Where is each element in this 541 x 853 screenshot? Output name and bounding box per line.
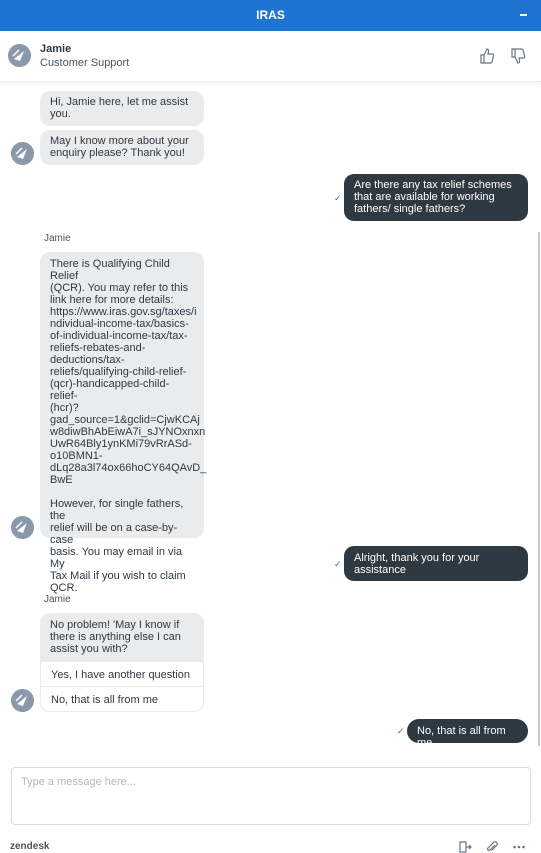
- check-icon: ✓: [334, 193, 342, 203]
- agent-message: Hi, Jamie here, let me assist you.: [40, 91, 204, 126]
- avatar-icon: [8, 44, 31, 67]
- user-message: Are there any tax relief schemes that ar…: [344, 174, 528, 221]
- sender-name: Jamie: [44, 594, 71, 605]
- avatar-icon: [11, 516, 34, 539]
- chat-scrollbar[interactable]: [538, 232, 540, 746]
- minimize-icon[interactable]: [517, 10, 531, 22]
- thumbs-up-icon[interactable]: [478, 47, 496, 65]
- brand-label: zendesk: [10, 841, 50, 852]
- sender-name: Jamie: [44, 233, 71, 244]
- check-icon: ✓: [397, 726, 405, 736]
- user-message: Alright, thank you for your assistance: [344, 546, 528, 581]
- agent-header: Jamie Customer Support: [0, 31, 541, 82]
- title-bar: IRAS: [0, 0, 541, 31]
- window-title: IRAS: [256, 8, 285, 22]
- message-input[interactable]: [11, 767, 531, 825]
- agent-message: May I know more about your enquiry pleas…: [40, 130, 204, 165]
- more-icon[interactable]: [512, 840, 526, 853]
- avatar-icon: [11, 142, 34, 165]
- attachment-icon[interactable]: [485, 840, 499, 853]
- quick-reply-all-from-me[interactable]: No, that is all from me: [40, 686, 204, 712]
- avatar-icon: [11, 689, 34, 712]
- agent-message: No problem! 'May I know if there is anyt…: [40, 613, 204, 661]
- user-message: No, that is all from me: [407, 719, 528, 749]
- agent-message: There is Qualifying Child Relief (QCR). …: [40, 252, 206, 594]
- agent-title: Customer Support: [40, 57, 130, 69]
- quick-reply-another-question[interactable]: Yes, I have another question: [40, 661, 204, 687]
- agent-name: Jamie: [40, 43, 72, 55]
- check-icon: ✓: [334, 559, 342, 569]
- thumbs-down-icon[interactable]: [509, 47, 527, 65]
- end-chat-icon[interactable]: [458, 840, 472, 853]
